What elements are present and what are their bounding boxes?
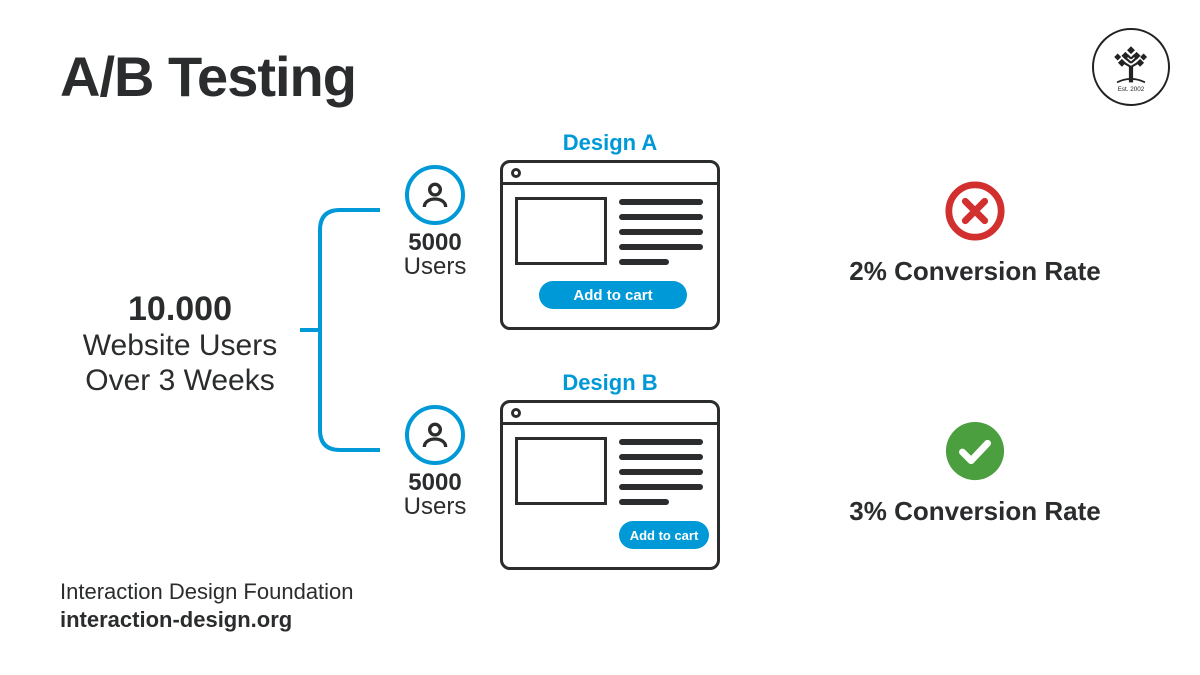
footer-site: interaction-design.org [60,606,354,635]
user-icon [405,165,465,225]
add-to-cart-button[interactable]: Add to cart [539,281,687,309]
svg-text:Est. 2002: Est. 2002 [1118,86,1145,93]
total-users-text: 10.000 Website Users Over 3 Weeks [60,290,300,398]
add-to-cart-button[interactable]: Add to cart [619,521,709,549]
window-dot-icon [511,408,521,418]
user-icon [405,405,465,465]
text-lines [619,439,703,514]
branch-a-user-count: 5000 [390,231,480,255]
branch-b-result: 3% Conversion Rate [810,420,1140,527]
tree-icon: Est. 2002 [1096,32,1166,102]
branch-b-user-count: 5000 [390,471,480,495]
total-users-line2: Over 3 Weeks [60,364,300,399]
fail-icon [944,180,1006,242]
footer: Interaction Design Foundation interactio… [60,578,354,635]
total-users-line1: Website Users [60,329,300,364]
design-b-mockup: Add to cart [500,400,720,570]
image-placeholder [515,197,607,265]
success-icon [944,420,1006,482]
design-b-label: Design B [510,370,710,396]
person-icon [419,179,451,211]
idf-logo: Est. 2002 [1092,28,1170,106]
split-connector [300,190,380,470]
branch-b-user-label: Users [390,495,480,519]
total-users-number: 10.000 [60,290,300,329]
window-titlebar [503,163,717,185]
text-lines [619,199,703,274]
footer-org: Interaction Design Foundation [60,578,354,607]
branch-b-users: 5000 Users [390,405,480,519]
window-titlebar [503,403,717,425]
branch-b-conversion-rate: 3% Conversion Rate [810,496,1140,527]
design-a-label: Design A [510,130,710,156]
person-icon [419,419,451,451]
branch-a-conversion-rate: 2% Conversion Rate [810,256,1140,287]
image-placeholder [515,437,607,505]
page-title: A/B Testing [60,44,356,109]
branch-a-result: 2% Conversion Rate [810,180,1140,287]
window-dot-icon [511,168,521,178]
design-a-mockup: Add to cart [500,160,720,330]
branch-a-users: 5000 Users [390,165,480,279]
branch-a-user-label: Users [390,255,480,279]
